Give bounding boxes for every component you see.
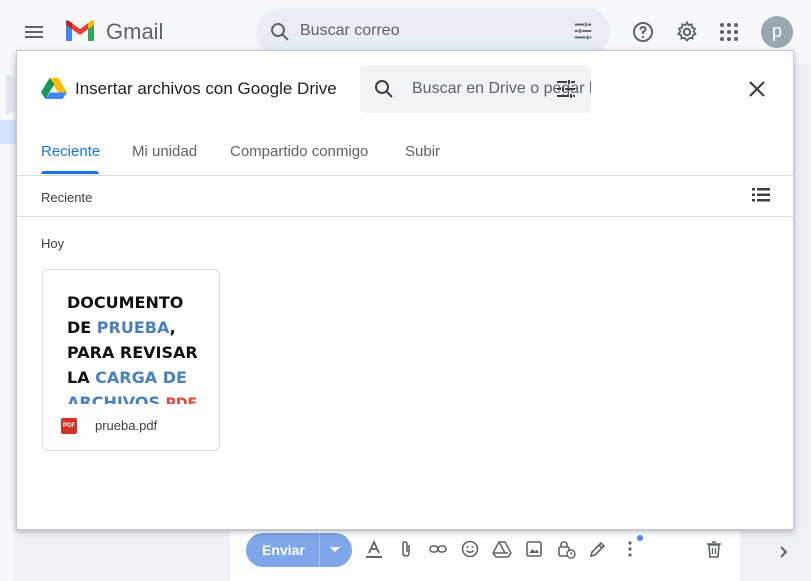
thumbnail-line: LA CARGA DE [67,368,187,387]
search-filter-options-icon[interactable] [554,77,578,106]
tab-subir[interactable]: Subir [405,143,440,160]
insert-signature-icon[interactable] [588,539,608,559]
mail-search-bar[interactable]: Buscar correo [256,8,610,56]
close-icon[interactable] [745,77,769,101]
search-icon[interactable] [268,20,292,49]
section-heading-today: Hoy [41,236,65,251]
send-options-chevron-icon[interactable] [330,547,340,552]
search-options-icon[interactable] [572,20,594,47]
header-divider [17,216,793,217]
drive-picker-dialog: Insertar archivos con Google Drive Busca… [16,50,794,530]
gmail-logo-icon[interactable] [64,19,96,43]
mail-search-placeholder: Buscar correo [300,22,400,39]
picker-tabs: Reciente Mi unidad Compartido conmigo Su… [17,137,793,177]
help-icon[interactable] [631,20,655,44]
google-drive-logo-icon [41,77,67,104]
send-button-label: Enviar [262,542,305,558]
insert-emoji-icon[interactable] [460,539,480,559]
list-view-toggle-icon[interactable] [751,185,771,210]
file-card[interactable]: DOCUMENTO DE PRUEBA, PARA REVISAR LA CAR… [42,269,220,451]
breadcrumb: Reciente [41,190,93,205]
insert-link-icon[interactable] [428,539,448,559]
sidebar-active-item-edge[interactable] [0,120,16,144]
file-name: prueba.pdf [95,418,158,433]
formatting-options-icon[interactable] [364,539,384,559]
file-thumbnail: DOCUMENTO DE PRUEBA, PARA REVISAR LA CAR… [43,270,219,404]
search-icon[interactable] [372,77,396,106]
tab-compartido-conmigo[interactable]: Compartido conmigo [230,143,368,160]
attach-file-icon[interactable] [396,539,416,559]
pdf-file-icon: PDF [61,418,77,434]
main-menu-icon[interactable] [22,20,46,44]
more-options-icon[interactable] [620,539,640,559]
insert-photo-icon[interactable] [524,539,544,559]
account-avatar[interactable]: p [761,16,793,48]
insert-drive-icon[interactable] [492,539,512,559]
settings-gear-icon[interactable] [675,20,699,44]
tab-reciente[interactable]: Reciente [41,143,100,160]
thumbnail-line: PARA REVISAR [67,343,198,362]
dialog-title: Insertar archivos con Google Drive [75,79,337,98]
confidential-mode-icon[interactable] [556,539,576,559]
drive-search-input[interactable]: Buscar en Drive o pegar la … [360,65,591,113]
thumbnail-text: DOCUMENTO DE PRUEBA, PARA REVISAR LA CAR… [67,290,217,404]
tab-mi-unidad[interactable]: Mi unidad [132,143,197,160]
gmail-wordmark: Gmail [106,19,164,44]
tabs-divider [17,175,793,176]
send-button[interactable]: Enviar [246,533,352,567]
active-tab-indicator [41,171,99,174]
send-split-divider [319,533,320,567]
new-feature-dot [637,535,643,541]
compose-toolbar: Enviar [230,531,740,581]
discard-draft-trash-icon[interactable] [704,539,724,559]
thumbnail-line: ARCHIVOS PDF [67,393,198,404]
thumbnail-line: DE PRUEBA, [67,318,176,337]
chevron-right-icon[interactable] [776,542,792,567]
thumbnail-line: DOCUMENTO [67,293,184,312]
apps-grid-icon[interactable] [717,20,741,44]
